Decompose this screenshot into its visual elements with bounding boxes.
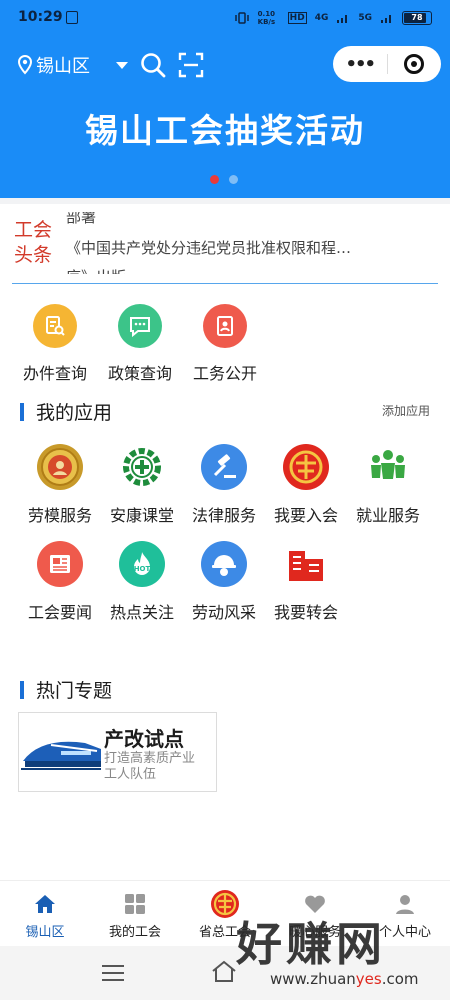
watermark-text: 好赚网 — [236, 917, 386, 971]
building-icon — [283, 541, 329, 587]
news-line-prev: 部署 — [66, 212, 97, 226]
app-employment[interactable]: 就业服务 — [344, 444, 432, 526]
divider — [12, 282, 438, 284]
close-icon — [404, 54, 425, 74]
train-icon — [21, 741, 101, 770]
headline-label: 工会 头条 — [14, 219, 53, 266]
network-4g: 4G — [314, 13, 329, 23]
status-icons: 0.10 KB/s HD 4G 5G 78 — [234, 10, 432, 26]
search-icon[interactable] — [140, 52, 166, 78]
battery-level: 78 — [411, 13, 423, 22]
battery-icon: 78 — [402, 11, 432, 25]
app-label: 热点关注 — [109, 603, 174, 622]
section-bar — [20, 402, 24, 421]
scan-icon[interactable] — [178, 52, 204, 78]
chat-icon — [118, 304, 162, 348]
network-5g: 5G — [358, 13, 372, 23]
newspaper-icon — [37, 541, 83, 587]
app-health-class[interactable]: 安康课堂 — [98, 444, 186, 526]
news-line-next: 序》出版 — [66, 266, 126, 274]
svg-text:HOT: HOT — [134, 565, 151, 573]
app-label: 工会要闻 — [27, 603, 92, 622]
hot-topics-header: 热门专题 — [20, 676, 112, 703]
location-pin-icon — [18, 55, 32, 75]
headline-news[interactable]: 工会 头条 部署 《中国共产党处分违纪党员批准权限和程… 序》出版 — [0, 198, 450, 284]
app-label: 安康课堂 — [109, 506, 174, 525]
carousel-dot-2 — [229, 175, 238, 184]
watermark: 好赚网 www.zhuanyes.com — [236, 908, 419, 988]
news-line-current[interactable]: 《中国共产党处分违纪党员批准权限和程… — [66, 237, 351, 258]
section-bar — [20, 680, 24, 699]
vibrate-icon — [234, 12, 249, 24]
location-selector[interactable]: 锡山区 — [18, 52, 128, 78]
quick-item-policy-query[interactable]: 政策查询 — [97, 304, 183, 384]
carousel-indicator — [210, 175, 238, 184]
home-icon — [0, 889, 90, 919]
grid-icon — [90, 889, 180, 919]
app-label: 就业服务 — [355, 506, 420, 525]
gavel-icon — [201, 444, 247, 490]
tab-my-union[interactable]: 我的工会 — [90, 889, 180, 940]
app-model-worker[interactable]: 劳模服务 — [16, 444, 104, 526]
document-search-icon — [33, 304, 77, 348]
home-nav-icon[interactable] — [210, 960, 238, 984]
worker-helmet-icon — [201, 541, 247, 587]
location-label: 锡山区 — [36, 56, 90, 77]
app-label: 我要入会 — [273, 506, 338, 525]
quick-item-label: 政策查询 — [107, 364, 172, 383]
app-labor-style[interactable]: 劳动风采 — [180, 541, 268, 623]
app-label: 我要转会 — [273, 603, 338, 622]
status-bar: 10:29 0.10 KB/s HD 4G 5G 78 — [0, 0, 450, 34]
model-worker-icon — [37, 444, 83, 490]
union-emblem-icon — [283, 444, 329, 490]
my-apps-header: 我的应用 — [20, 398, 112, 425]
tab-label: 锡山区 — [25, 925, 65, 940]
document-person-icon — [203, 304, 247, 348]
chevron-down-icon — [116, 61, 128, 69]
section-title: 我的应用 — [36, 402, 113, 424]
hot-icon: HOT — [119, 541, 165, 587]
news-ticker[interactable]: 部署 《中国共产党处分违纪党员批准权限和程… 序》出版 — [66, 212, 426, 274]
quick-item-label: 工务公开 — [192, 364, 257, 383]
close-button[interactable] — [387, 54, 441, 74]
people-group-icon — [365, 444, 411, 490]
tab-home[interactable]: 锡山区 — [0, 889, 90, 940]
topic-card[interactable]: 产改试点 打造高素质产业 工人队伍 — [18, 712, 217, 792]
carousel-dot-1 — [210, 175, 219, 184]
app-hot-topics[interactable]: HOT 热点关注 — [98, 541, 186, 623]
topic-title: 产改试点 — [104, 727, 184, 751]
app-label: 劳模服务 — [27, 506, 92, 525]
sim-icon — [66, 11, 78, 24]
quick-item-public-affairs[interactable]: 工务公开 — [182, 304, 268, 384]
miniprogram-capsule: ••• — [333, 46, 441, 82]
menu-icon[interactable] — [102, 965, 124, 981]
app-join-union[interactable]: 我要入会 — [262, 444, 350, 526]
status-time: 10:29 — [18, 9, 63, 25]
add-app-link[interactable]: 添加应用 — [382, 402, 430, 419]
tab-label: 我的工会 — [108, 925, 161, 940]
more-icon[interactable]: ••• — [333, 54, 387, 75]
signal-icon — [337, 15, 348, 23]
app-union-news[interactable]: 工会要闻 — [16, 541, 104, 623]
topic-desc: 打造高素质产业 工人队伍 — [104, 751, 196, 782]
section-title: 热门专题 — [36, 680, 113, 702]
hd-badge: HD — [287, 12, 307, 24]
health-cross-icon — [119, 444, 165, 490]
watermark-url: www.zhuanyes.com — [270, 970, 419, 988]
net-speed: 0.10 KB/s — [257, 10, 276, 26]
app-transfer-union[interactable]: 我要转会 — [262, 541, 350, 623]
app-legal-service[interactable]: 法律服务 — [180, 444, 268, 526]
banner-title[interactable]: 锡山工会抽奖活动 — [0, 104, 450, 152]
app-label: 法律服务 — [191, 506, 256, 525]
quick-item-label: 办件查询 — [22, 364, 87, 383]
app-label: 劳动风采 — [191, 603, 256, 622]
signal-icon-2 — [381, 15, 391, 23]
quick-item-case-query[interactable]: 办件查询 — [12, 304, 98, 384]
